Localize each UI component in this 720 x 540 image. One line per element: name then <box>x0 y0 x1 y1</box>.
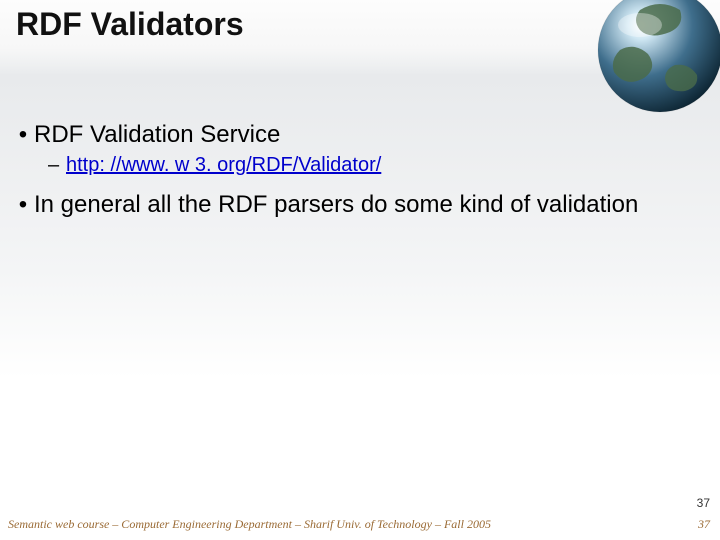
slide-title: RDF Validators <box>16 6 244 43</box>
bullet-2-text: In general all the RDF parsers do some k… <box>34 190 638 220</box>
bullet-1-text: RDF Validation Service <box>34 120 280 150</box>
slide-body: • RDF Validation Service – http: //www. … <box>12 120 700 222</box>
bullet-1-sub: – http: //www. w 3. org/RDF/Validator/ <box>48 152 700 178</box>
page-number-lower: 37 <box>698 517 710 532</box>
bullet-dot-icon: • <box>12 190 34 220</box>
footer-text: Semantic web course – Computer Engineeri… <box>8 517 491 532</box>
slide: RDF Validators • RDF Validation Service … <box>0 0 720 540</box>
validator-link[interactable]: http: //www. w 3. org/RDF/Validator/ <box>66 152 381 178</box>
dash-icon: – <box>48 152 66 178</box>
bullet-2: • In general all the RDF parsers do some… <box>12 190 700 220</box>
bullet-dot-icon: • <box>12 120 34 150</box>
earth-icon <box>590 0 720 120</box>
bullet-1: • RDF Validation Service <box>12 120 700 150</box>
page-number-upper: 37 <box>697 496 710 510</box>
